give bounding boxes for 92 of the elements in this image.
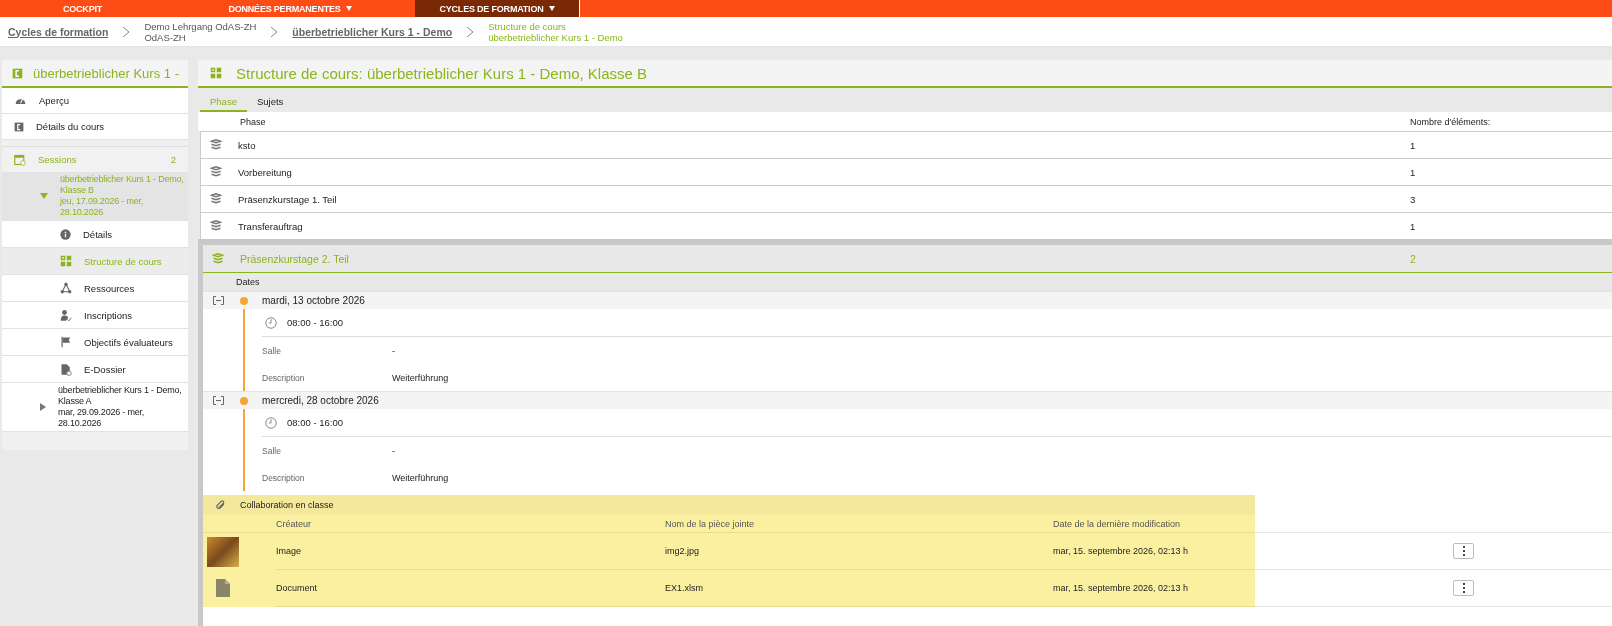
phase-row[interactable]: Transferauftrag 1 bbox=[200, 212, 1612, 239]
sidebar-title: überbetrieblicher Kurs 1 - bbox=[33, 65, 179, 81]
timeline-dot bbox=[240, 296, 248, 305]
field-label: Description bbox=[262, 473, 306, 483]
photo-placeholder bbox=[207, 536, 239, 567]
tab[interactable]: Sujets bbox=[246, 96, 294, 112]
timeline-dot bbox=[240, 396, 248, 405]
clock-icon bbox=[265, 416, 277, 429]
page-title: Structure de cours: überbetrieblicher Kurs 1 - Demo, Klasse B bbox=[236, 64, 647, 82]
phase-name: Präsenzkurstage 2. Teil bbox=[240, 252, 350, 265]
nav-tab[interactable]: CYCLES DE FORMATION bbox=[415, 0, 580, 17]
layers-icon bbox=[210, 220, 222, 232]
more-button[interactable] bbox=[1453, 580, 1474, 596]
chevron-icon bbox=[270, 25, 279, 38]
flag-icon bbox=[60, 336, 72, 348]
paperclip-icon bbox=[215, 499, 226, 511]
breadcrumb-text: OdAS-ZH bbox=[144, 31, 186, 43]
phase-row[interactable]: Präsenzkurstage 1. Teil 3 bbox=[200, 185, 1612, 212]
sidebar-item[interactable]: Aperçu bbox=[2, 88, 188, 114]
time-text: 08:00 - 16:00 bbox=[287, 317, 343, 328]
collapse-icon[interactable] bbox=[213, 296, 224, 305]
network-icon bbox=[60, 282, 72, 294]
sidebar-item[interactable]: Détails du cours bbox=[2, 114, 188, 140]
phase-row[interactable]: Vorbereitung 1 bbox=[200, 158, 1612, 185]
column-header: Nom de la pièce jointe bbox=[665, 515, 1053, 533]
breadcrumb-link[interactable]: Cycles de formation bbox=[8, 25, 109, 38]
document-icon bbox=[60, 362, 72, 376]
course-icon bbox=[14, 120, 24, 133]
field-label: Description bbox=[262, 373, 306, 383]
structure-icon bbox=[210, 67, 222, 79]
attachments-title: Collaboration en classe bbox=[240, 500, 334, 510]
collapse-triangle-icon bbox=[40, 193, 48, 199]
table-cell: img2.jpg bbox=[665, 533, 1053, 570]
breadcrumb-link[interactable]: überbetrieblicher Kurs 1 - Demo bbox=[292, 25, 453, 38]
time-text: 08:00 - 16:00 bbox=[287, 417, 343, 428]
expand-triangle-icon bbox=[40, 403, 46, 411]
sessions-label: Sessions bbox=[38, 154, 77, 165]
element-count: 3 bbox=[1410, 193, 1417, 205]
chevron-icon bbox=[122, 25, 131, 38]
layers-icon bbox=[212, 252, 224, 265]
course-icon bbox=[12, 66, 23, 80]
column-header: Dates bbox=[236, 277, 260, 287]
user-check-icon bbox=[60, 308, 72, 322]
field-value: - bbox=[392, 346, 396, 356]
clock-icon bbox=[265, 316, 277, 329]
more-button[interactable] bbox=[1453, 543, 1474, 559]
column-header: Date de la dernière modification bbox=[1053, 515, 1255, 533]
column-header: Nombre d'éléments: bbox=[1410, 116, 1492, 127]
breadcrumb-text: Structure de cours bbox=[488, 20, 567, 32]
sidebar-subitem[interactable]: Ressources bbox=[2, 275, 188, 302]
sessions-count: 2 bbox=[170, 154, 176, 165]
field-value: Weiterführung bbox=[392, 373, 450, 383]
phase-name: Vorbereitung bbox=[238, 166, 293, 178]
kebab-icon bbox=[1462, 546, 1465, 556]
caret-icon bbox=[345, 6, 352, 11]
breadcrumb-text: Demo Lehrgang OdAS-ZH bbox=[144, 20, 257, 32]
collapse-icon[interactable] bbox=[213, 396, 224, 405]
session-item[interactable]: überbetrieblicher Kurs 1 - Demo, Klasse A mar, 29.09.2026 - mer, 28.10.2026 bbox=[2, 383, 188, 432]
element-count: 1 bbox=[1410, 166, 1417, 178]
layers-icon bbox=[210, 139, 222, 151]
structure-icon bbox=[60, 255, 72, 267]
layers-icon bbox=[210, 166, 222, 178]
element-count: 1 bbox=[1410, 139, 1417, 151]
caret-icon bbox=[548, 6, 555, 11]
table-cell: Image bbox=[276, 533, 665, 570]
element-count: 1 bbox=[1410, 220, 1417, 232]
file-icon bbox=[216, 578, 230, 597]
field-value: - bbox=[392, 446, 396, 456]
sidebar-subitem[interactable]: E-Dossier bbox=[2, 356, 188, 383]
chevron-icon bbox=[466, 25, 475, 38]
field-label: Salle bbox=[262, 446, 282, 456]
sidebar-subitem[interactable]: Objectifs évaluateurs bbox=[2, 329, 188, 356]
field-label: Salle bbox=[262, 346, 282, 356]
info-icon bbox=[60, 228, 71, 240]
phase-name: Präsenzkurstage 1. Teil bbox=[238, 193, 338, 205]
sidebar-subitem[interactable]: Détails bbox=[2, 221, 188, 248]
phase-name: Transferauftrag bbox=[238, 220, 304, 232]
phase-row[interactable]: ksto 1 bbox=[200, 131, 1612, 158]
column-header: Créateur bbox=[276, 515, 665, 533]
phase-name: ksto bbox=[238, 139, 257, 151]
calendar-icon bbox=[14, 153, 26, 166]
sidebar-subitem[interactable]: Inscriptions bbox=[2, 302, 188, 329]
date-text: mercredi, 28 octobre 2026 bbox=[262, 395, 379, 406]
field-value: Weiterführung bbox=[392, 473, 450, 483]
element-count: 2 bbox=[1410, 252, 1417, 265]
kebab-icon bbox=[1462, 583, 1465, 593]
table-cell: EX1.xlsm bbox=[665, 570, 1053, 607]
layers-icon bbox=[210, 193, 222, 205]
column-header: Phase bbox=[240, 116, 267, 127]
table-cell: Document bbox=[276, 570, 665, 607]
date-text: mardi, 13 octobre 2026 bbox=[262, 295, 365, 306]
breadcrumb-text: überbetrieblicher Kurs 1 - Demo bbox=[488, 31, 623, 43]
